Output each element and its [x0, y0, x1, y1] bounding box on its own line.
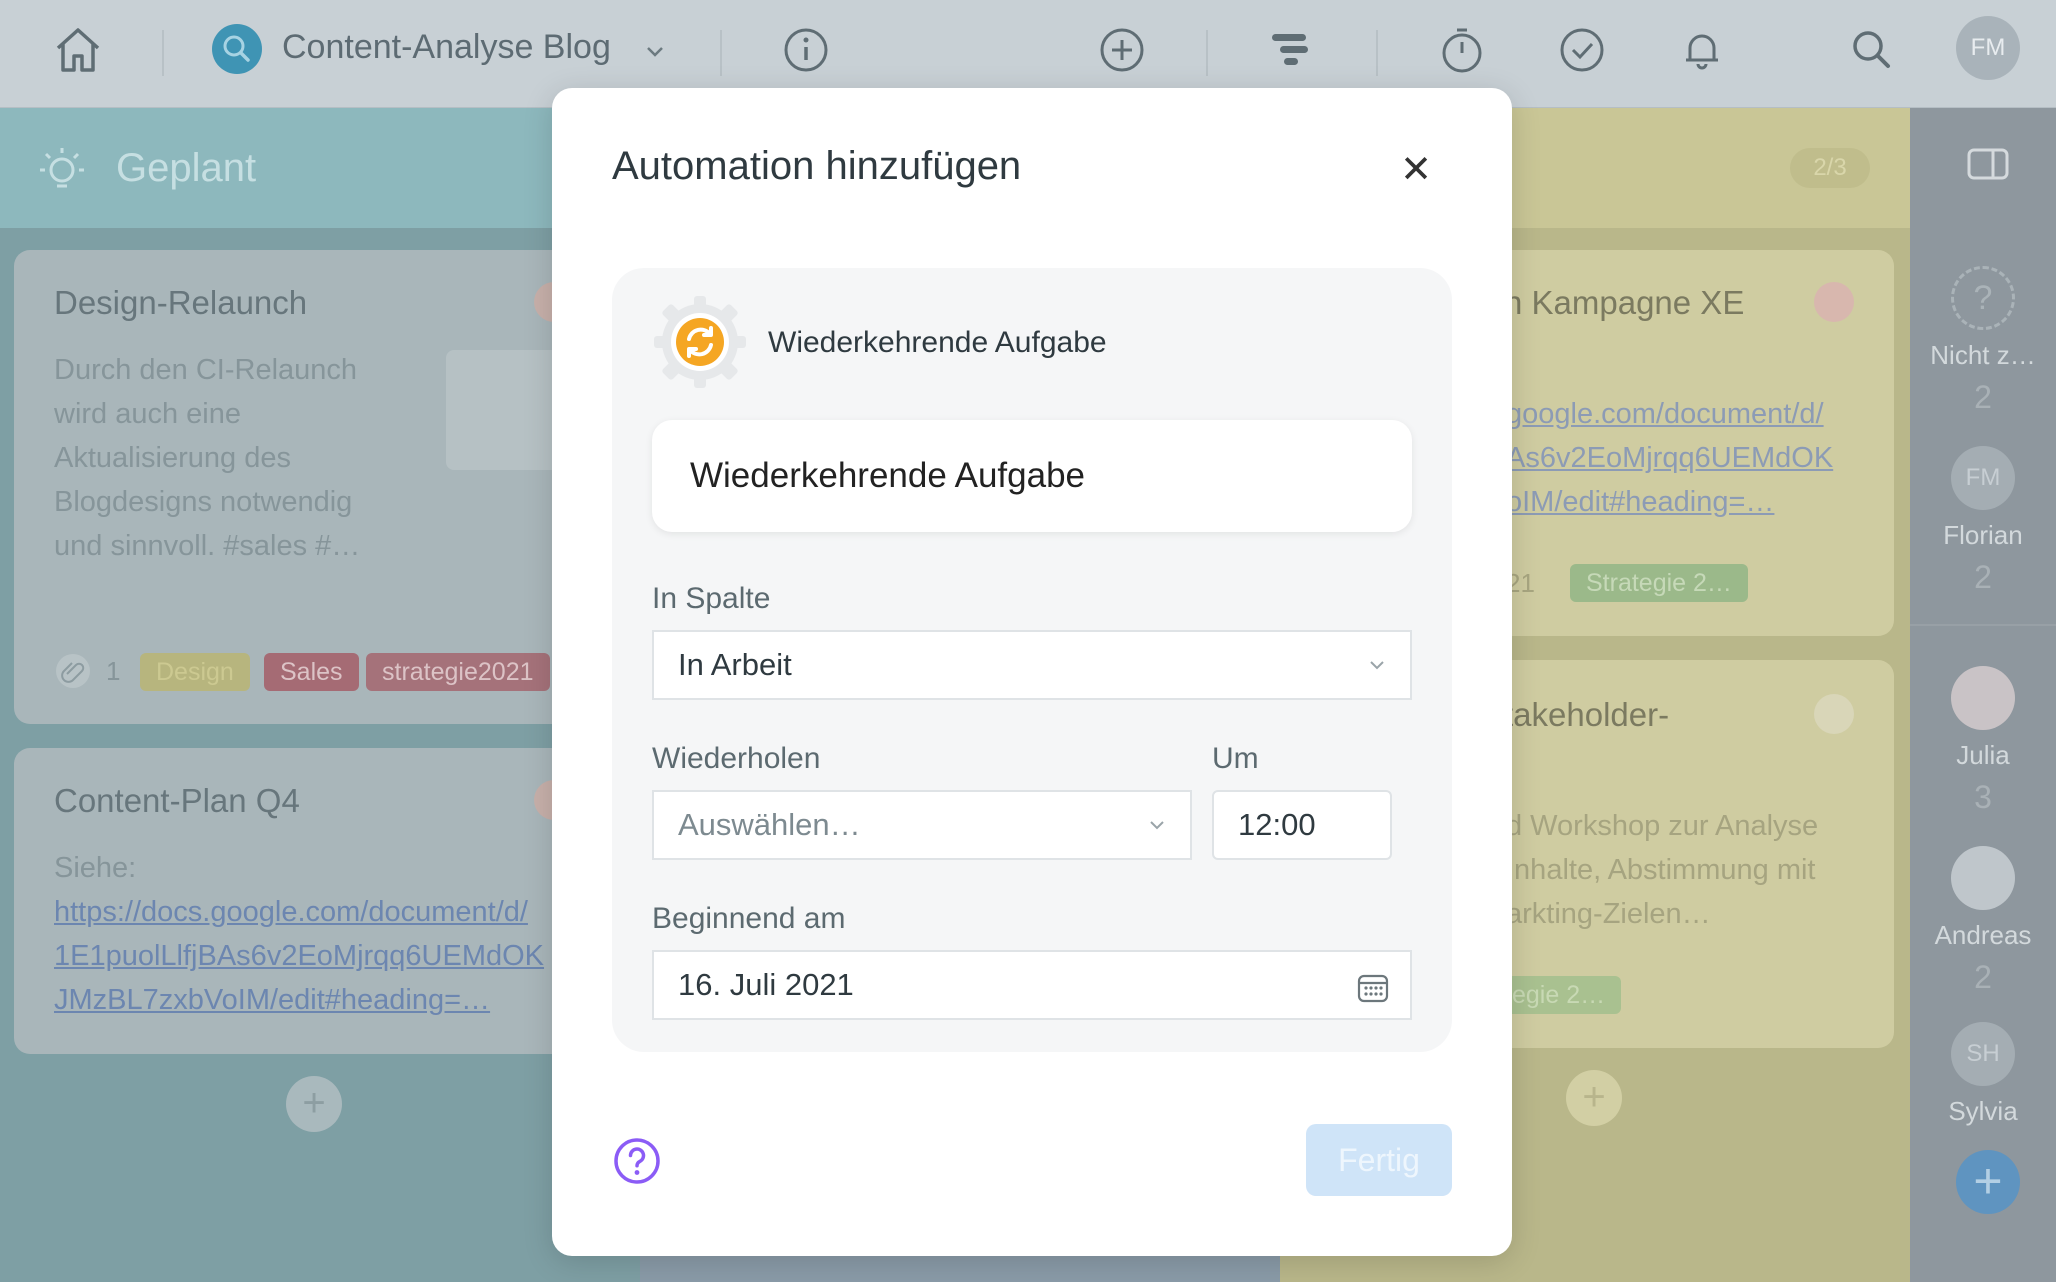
sidebar-item-sylvia[interactable]: SH Sylvia	[1910, 1022, 2056, 1127]
user-avatar[interactable]: FM	[1956, 16, 2020, 80]
chevron-down-icon	[1150, 821, 1164, 830]
card-link[interactable]: As6v2EoMjrqq6UEMdOK	[1506, 436, 1833, 480]
column-title: Geplant	[116, 146, 257, 190]
help-icon[interactable]	[612, 1136, 662, 1186]
sidebar-item-julia[interactable]: Julia 3	[1910, 666, 2056, 816]
dialog-title: Automation hinzufügen	[612, 144, 1022, 188]
column-select[interactable]: In Arbeit	[652, 630, 1412, 700]
time-label: Um	[1212, 742, 1259, 775]
calendar-icon[interactable]	[1356, 970, 1390, 1004]
sidebar-item-label: Andreas	[1934, 920, 2032, 950]
sidebar-item-andreas[interactable]: Andreas 2	[1910, 846, 2056, 996]
automation-type-label: Wiederkehrende Aufgabe	[768, 326, 1107, 359]
project-search-icon[interactable]	[212, 24, 262, 74]
column-count-badge: 2/3	[1790, 148, 1870, 188]
sidebar-item-label: Florian	[1943, 520, 2023, 550]
lightbulb-icon	[34, 144, 90, 200]
card-link[interactable]: google.com/document/d/	[1506, 392, 1824, 436]
card-title: takeholder-	[1504, 696, 1670, 733]
chevron-down-icon[interactable]	[640, 36, 670, 66]
tag-design: Design	[140, 653, 250, 691]
avatar	[1951, 666, 2015, 730]
card-description: arkting-Zielen…	[1506, 898, 1711, 930]
sidebar-item-count: 2	[1974, 379, 1992, 415]
divider	[1206, 30, 1208, 76]
column-header	[0, 108, 640, 228]
search-icon[interactable]	[1842, 20, 1902, 80]
timeline-icon[interactable]	[1262, 20, 1322, 80]
column-label: In Spalte	[652, 582, 771, 615]
card-description: Inhalte, Abstimmung mit	[1506, 854, 1816, 886]
card-link[interactable]: JMzBL7zxbVoIM/edit#heading=…	[54, 978, 490, 1022]
card-description: Durch den CI-Relaunch wird auch eine Akt…	[54, 354, 361, 562]
attachment-count: 1	[106, 656, 121, 686]
repeat-label: Wiederholen	[652, 742, 821, 775]
add-member-button[interactable]: +	[1956, 1150, 2020, 1214]
start-date-label: Beginnend am	[652, 902, 846, 935]
card-link[interactable]: oIM/edit#heading=…	[1506, 480, 1774, 524]
sidebar-item-label: Nicht z…	[1930, 340, 2036, 370]
divider	[1910, 624, 2056, 626]
automation-panel: Wiederkehrende Aufgabe Wiederkehrende Au…	[612, 268, 1452, 1052]
start-date-value: 16. Juli 2021	[678, 967, 854, 1002]
automation-name-input[interactable]: Wiederkehrende Aufgabe	[652, 420, 1412, 532]
avatar	[1814, 282, 1854, 322]
paperclip-icon	[54, 652, 92, 690]
time-input-value: 12:00	[1238, 807, 1316, 842]
card-title: Design-Relaunch	[54, 284, 308, 321]
repeat-select-placeholder: Auswählen…	[678, 807, 861, 842]
sidebar-item-count: 3	[1974, 779, 1992, 815]
tag-strategie: Strategie 2…	[1570, 564, 1748, 602]
recurring-gear-icon	[652, 294, 748, 390]
tag-strategie: strategie2021	[366, 653, 550, 691]
card-description: d Workshop zur Analyse	[1506, 810, 1819, 842]
tag-sales: Sales	[264, 653, 359, 691]
card-link[interactable]: https://docs.google.com/document/d/	[54, 890, 528, 934]
check-circle-icon[interactable]	[1552, 20, 1612, 80]
add-card-button[interactable]: +	[1566, 1070, 1622, 1126]
sidebar-item-count: 2	[1974, 959, 1992, 995]
add-icon[interactable]	[1092, 20, 1152, 80]
card-description: Siehe:	[54, 852, 137, 884]
sidebar-item-unassigned[interactable]: ? Nicht z… 2	[1910, 266, 2056, 416]
home-icon[interactable]	[48, 20, 108, 80]
sidebar-item-label: Julia	[1956, 740, 2010, 770]
divider	[162, 30, 164, 76]
chevron-down-icon	[1370, 661, 1384, 670]
avatar: FM	[1951, 446, 2015, 510]
project-title[interactable]: Content-Analyse Blog	[282, 28, 611, 67]
start-date-input[interactable]: 16. Juli 2021	[652, 950, 1412, 1020]
done-button[interactable]: Fertig	[1306, 1124, 1452, 1196]
sidebar-item-label: Sylvia	[1948, 1096, 2018, 1126]
sidebar-item-count: 2	[1974, 559, 1992, 595]
tag-strategie: egie 2…	[1496, 976, 1622, 1014]
close-icon[interactable]: ✕	[1394, 148, 1438, 192]
divider	[1376, 30, 1378, 76]
question-icon: ?	[1951, 266, 2015, 330]
avatar	[1951, 846, 2015, 910]
column-select-value: In Arbeit	[678, 647, 792, 682]
bell-icon[interactable]	[1672, 20, 1732, 80]
repeat-select[interactable]: Auswählen…	[652, 790, 1192, 860]
card-title: n Kampagne XE	[1504, 284, 1745, 321]
add-card-button[interactable]: +	[286, 1076, 342, 1132]
card-title: Content-Plan Q4	[54, 782, 300, 819]
avatar	[1814, 694, 1854, 734]
time-input[interactable]: 12:00	[1212, 790, 1392, 860]
panel-toggle-icon[interactable]	[1966, 142, 2010, 186]
automation-dialog: Automation hinzufügen ✕ Wiederkehrende A…	[552, 88, 1512, 1256]
info-icon[interactable]	[776, 20, 836, 80]
avatar: SH	[1951, 1022, 2015, 1086]
card-link[interactable]: 1E1puolLlfjBAs6v2EoMjrqq6UEMdOK	[54, 934, 544, 978]
sidebar-item-florian[interactable]: FM Florian 2	[1910, 446, 2056, 596]
stopwatch-icon[interactable]	[1432, 20, 1492, 80]
divider	[720, 30, 722, 76]
